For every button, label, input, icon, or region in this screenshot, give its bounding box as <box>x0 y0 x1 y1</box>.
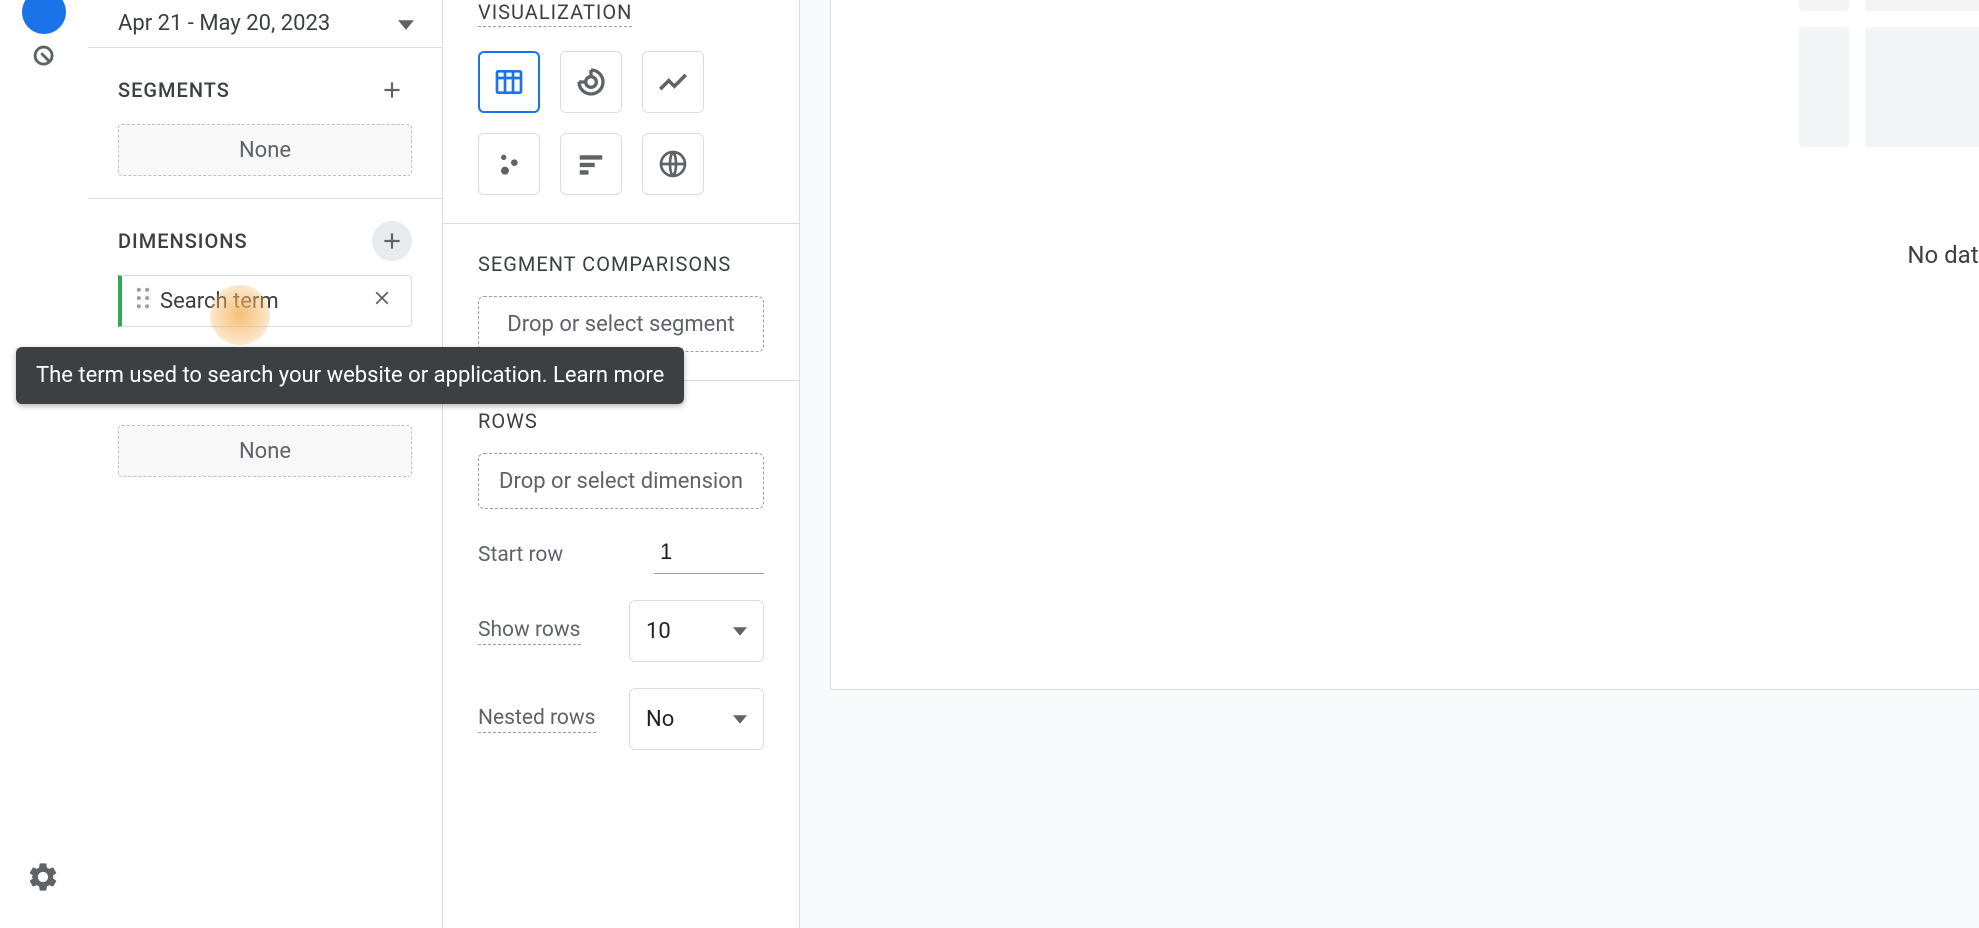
tooltip: The term used to search your website or … <box>16 347 684 404</box>
viz-bar-button[interactable] <box>560 133 622 195</box>
viz-donut-button[interactable] <box>560 51 622 113</box>
nested-rows-label: Nested rows <box>478 706 596 733</box>
drag-handle-icon[interactable] <box>136 287 150 315</box>
segment-comparisons-title: SEGMENT COMPARISONS <box>478 252 731 276</box>
dropdown-icon <box>733 627 747 636</box>
start-row-label: Start row <box>478 543 563 567</box>
canvas-area: No data availabl <box>830 0 1979 690</box>
nested-rows-select[interactable]: No <box>629 688 764 750</box>
dimension-dropzone[interactable]: Drop or select dimension <box>478 453 764 509</box>
settings-panel: VISUALIZATION SEGMENT COMPARISONS <box>443 0 800 928</box>
show-rows-select[interactable]: 10 <box>629 600 764 662</box>
date-range-value: Apr 21 - May 20, 2023 <box>118 11 330 36</box>
dimensions-section: DIMENSIONS Search term <box>88 199 442 341</box>
nested-rows-value: No <box>646 707 674 732</box>
viz-table-button[interactable] <box>478 51 540 113</box>
show-rows-label: Show rows <box>478 618 581 645</box>
dropdown-icon <box>398 11 414 36</box>
dimension-chip-label: Search term <box>160 289 371 314</box>
show-rows-value: 10 <box>646 619 671 644</box>
visualization-title: VISUALIZATION <box>478 0 632 27</box>
segments-section: SEGMENTS None <box>88 48 442 199</box>
variables-panel: Apr 21 - May 20, 2023 SEGMENTS None DIME… <box>88 0 443 928</box>
no-data-message: No data availabl <box>1907 241 1979 269</box>
date-range-selector[interactable]: Apr 21 - May 20, 2023 <box>88 0 442 48</box>
rows-section: ROWS Drop or select dimension Start row … <box>443 381 799 760</box>
dropdown-icon <box>733 715 747 724</box>
table-placeholder-icon <box>1799 0 1979 163</box>
add-dimension-button[interactable] <box>372 221 412 261</box>
dimension-chip-search-term[interactable]: Search term <box>118 275 412 327</box>
segment-dropzone[interactable]: Drop or select segment <box>478 296 764 352</box>
dimensions-title: DIMENSIONS <box>118 229 248 253</box>
rows-title: ROWS <box>478 409 538 433</box>
segments-empty[interactable]: None <box>118 124 412 176</box>
nav-rail <box>0 0 88 928</box>
viz-scatter-button[interactable] <box>478 133 540 195</box>
app-circle-icon[interactable] <box>22 0 66 34</box>
explore-icon[interactable] <box>28 40 62 78</box>
viz-line-button[interactable] <box>642 51 704 113</box>
viz-geo-button[interactable] <box>642 133 704 195</box>
gear-icon[interactable] <box>26 860 60 898</box>
remove-dimension-button[interactable] <box>371 287 393 315</box>
visualization-section: VISUALIZATION <box>443 0 799 224</box>
start-row-input[interactable] <box>654 535 764 574</box>
metrics-empty[interactable]: None <box>118 425 412 477</box>
add-segment-button[interactable] <box>372 70 412 110</box>
segments-title: SEGMENTS <box>118 78 230 102</box>
